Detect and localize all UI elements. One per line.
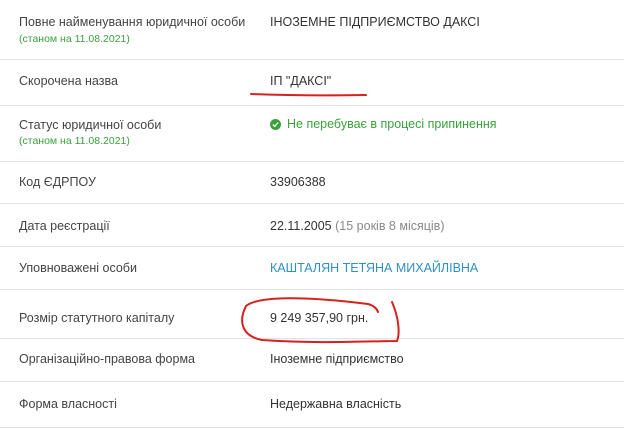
ownership-form-value: Недержавна власність — [270, 397, 402, 411]
row-ownership-form: Форма власності Недержавна власність — [0, 382, 624, 428]
status-label: Статус юридичної особи — [19, 118, 162, 132]
legal-form-label: Організаційно-правова форма — [19, 352, 195, 366]
row-legal-form: Організаційно-правова форма Іноземне під… — [0, 339, 624, 382]
row-edrpou: Код ЄДРПОУ 33906388 — [0, 162, 624, 204]
row-authorized-persons: Уповноважені особи КАШТАЛЯН ТЕТЯНА МИХАЙ… — [0, 247, 624, 290]
ownership-form-label: Форма власності — [19, 397, 117, 411]
row-full-name: Повне найменування юридичної особи (стан… — [0, 0, 624, 60]
row-status: Статус юридичної особи (станом на 11.08.… — [0, 106, 624, 162]
short-name-value: ІП "ДАКСІ" — [270, 74, 332, 88]
registration-date-value: 22.11.2005 (15 років 8 місяців) — [270, 219, 444, 233]
legal-form-value: Іноземне підприємство — [270, 352, 404, 366]
status-text: Не перебуває в процесі припинення — [287, 117, 497, 131]
status-value: Не перебуває в процесі припинення — [270, 117, 497, 131]
status-date-note: (станом на 11.08.2021) — [19, 135, 130, 147]
short-name-label: Скорочена назва — [19, 74, 118, 88]
row-charter-capital: Розмір статутного капіталу 9 249 357,90 … — [0, 290, 624, 339]
full-name-date-note: (станом на 11.08.2021) — [19, 33, 130, 45]
charter-capital-value: 9 249 357,90 грн. — [270, 311, 369, 325]
authorized-persons-label: Уповноважені особи — [19, 261, 137, 275]
registration-age-text: (15 років 8 місяців) — [335, 219, 445, 233]
row-short-name: Скорочена назва ІП "ДАКСІ" — [0, 60, 624, 106]
registration-date-label: Дата реєстрації — [19, 219, 110, 233]
full-name-label: Повне найменування юридичної особи — [19, 15, 246, 29]
edrpou-label: Код ЄДРПОУ — [19, 175, 96, 189]
charter-capital-label: Розмір статутного капіталу — [19, 311, 175, 325]
row-registration-date: Дата реєстрації 22.11.2005 (15 років 8 м… — [0, 204, 624, 247]
check-circle-icon — [270, 118, 281, 130]
full-name-value: ІНОЗЕМНЕ ПІДПРИЄМСТВО ДАКСІ — [270, 15, 480, 29]
edrpou-value: 33906388 — [270, 175, 326, 189]
authorized-person-link[interactable]: КАШТАЛЯН ТЕТЯНА МИХАЙЛІВНА — [270, 261, 478, 275]
registration-date-text: 22.11.2005 — [270, 219, 332, 233]
